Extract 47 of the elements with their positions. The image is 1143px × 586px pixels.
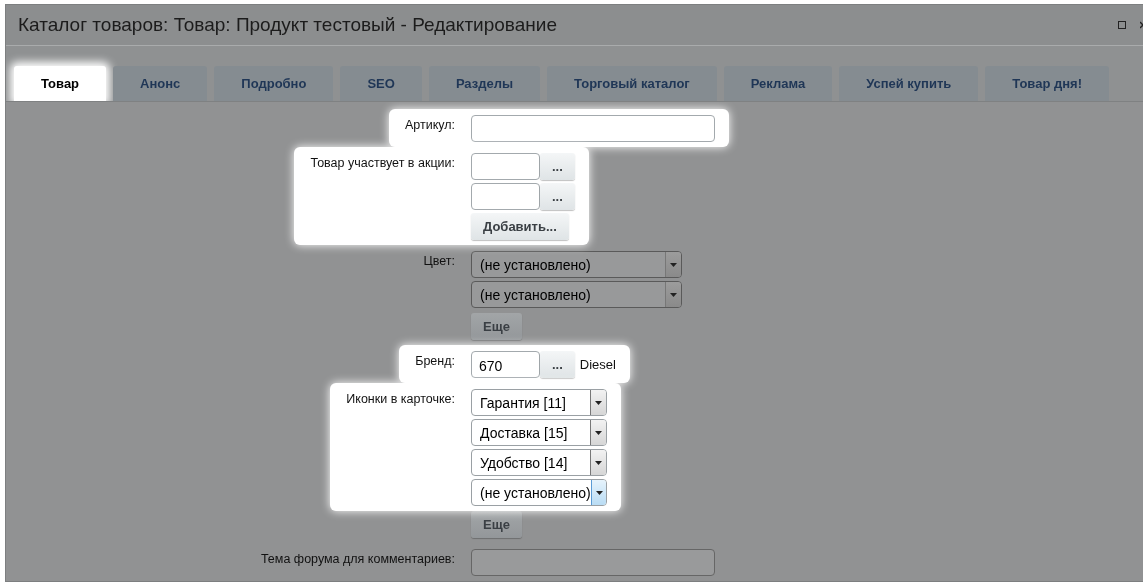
dropdown-select[interactable]: (не установлено): [471, 251, 682, 278]
dropdown-arrow-button[interactable]: [590, 450, 606, 475]
dropdown-arrow-button[interactable]: [665, 252, 681, 277]
more-button[interactable]: Еще: [471, 511, 522, 538]
field-label: Товар участвует в акции:: [294, 147, 463, 245]
brand-name: Diesel: [579, 357, 616, 372]
dropdown-select[interactable]: Гарантия [11]: [471, 389, 607, 416]
field-label: Бренд:: [399, 345, 463, 383]
dropdown-arrow-button[interactable]: [590, 420, 606, 445]
dropdown-arrow-button[interactable]: [590, 480, 606, 505]
field-label: Цвет:: [422, 253, 456, 270]
browse-button[interactable]: ...: [540, 153, 575, 180]
dropdown-select[interactable]: (не установлено): [471, 479, 607, 506]
dropdown-select[interactable]: (не установлено): [471, 281, 682, 308]
caret-icon: [595, 490, 603, 495]
dropdown-arrow-button[interactable]: [665, 282, 681, 307]
tab[interactable]: Успей купить: [839, 66, 979, 101]
maximize-icon[interactable]: [1118, 21, 1126, 29]
caret-icon: [670, 262, 677, 267]
tab[interactable]: Товар дня!: [985, 66, 1109, 101]
window-title: Каталог товаров: Товар: Продукт тестовый - Редактирование: [18, 14, 558, 36]
caret-icon: [595, 430, 602, 435]
caret-icon: [595, 460, 602, 465]
dropdown-select[interactable]: Доставка [15]: [471, 419, 607, 446]
dropdown-arrow-button[interactable]: [590, 390, 606, 415]
field-label: Иконки в карточке:: [330, 383, 463, 511]
dropdown-select[interactable]: Удобство [14]: [471, 449, 607, 476]
tab[interactable]: Товар: [14, 66, 107, 101]
text-field[interactable]: [471, 115, 715, 142]
browse-button[interactable]: ...: [540, 351, 575, 378]
caret-icon: [670, 292, 677, 297]
add-button[interactable]: Добавить...: [471, 213, 569, 240]
tab[interactable]: Реклама: [723, 66, 833, 101]
tab[interactable]: Торговый каталог: [547, 66, 717, 101]
tab[interactable]: Анонс: [113, 66, 208, 101]
text-field[interactable]: [471, 153, 540, 180]
tab[interactable]: SEO: [340, 66, 422, 101]
tab[interactable]: Разделы: [428, 66, 541, 101]
field-label: Тема форума для комментариев:: [259, 551, 456, 568]
text-field[interactable]: 670: [471, 351, 540, 378]
field-label: Артикул:: [388, 109, 463, 147]
text-field[interactable]: [471, 183, 540, 210]
more-button[interactable]: Еще: [471, 313, 522, 340]
browse-button[interactable]: ...: [540, 183, 575, 210]
tab[interactable]: Подробно: [214, 66, 334, 101]
caret-icon: [595, 400, 602, 405]
text-field[interactable]: [471, 549, 715, 576]
